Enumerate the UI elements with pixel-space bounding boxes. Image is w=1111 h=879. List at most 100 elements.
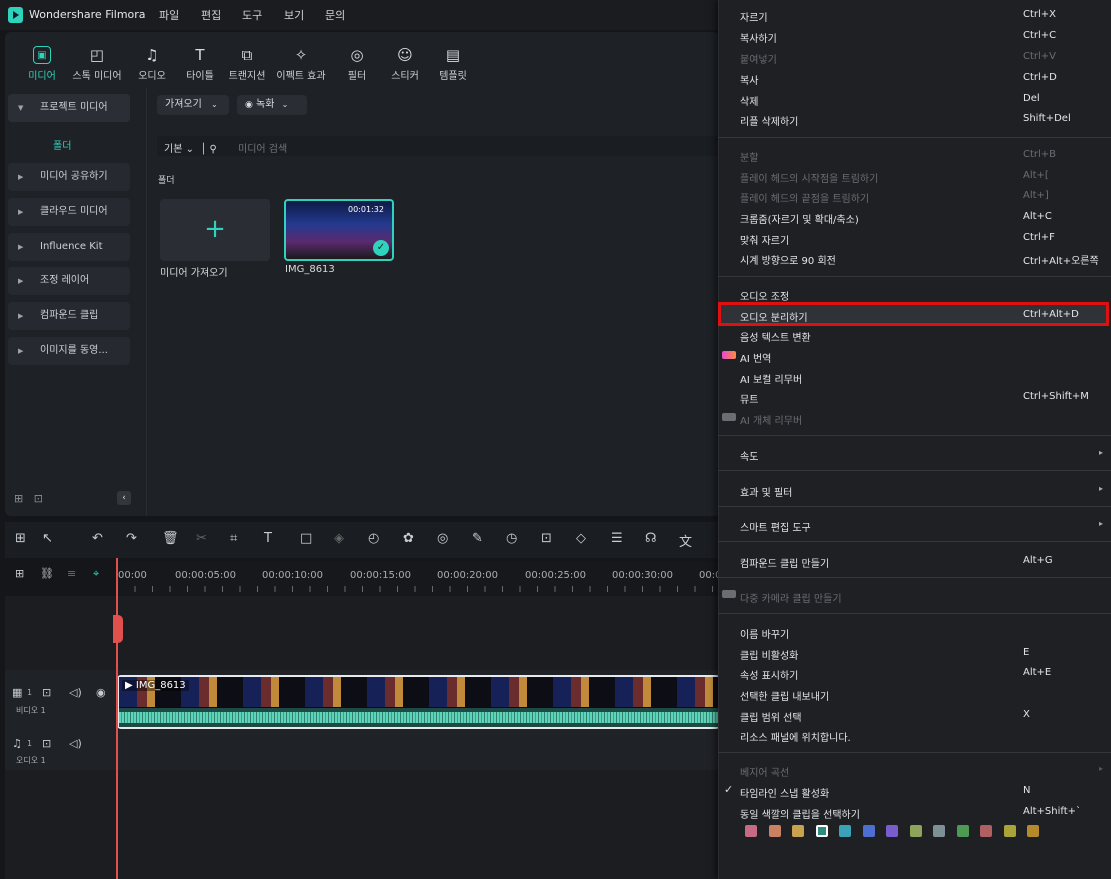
box-icon[interactable]: □ bbox=[300, 531, 312, 546]
new-folder-icon[interactable]: ⊞ ⊡ bbox=[14, 492, 43, 505]
context-menu-item[interactable]: 리플 삭제하기 bbox=[740, 113, 798, 128]
delete-icon[interactable]: 🗑 bbox=[162, 531, 179, 546]
volume-icon[interactable]: ◁) bbox=[69, 686, 82, 699]
sidebar-folder[interactable]: 폴더 bbox=[53, 137, 71, 152]
tool-templates[interactable]: ▤ 템플릿 bbox=[423, 46, 483, 82]
import-media-tile[interactable]: + bbox=[160, 199, 270, 261]
context-menu-item[interactable]: 자르기 bbox=[740, 9, 768, 24]
color-swatch[interactable] bbox=[956, 825, 969, 837]
color-swatch[interactable] bbox=[815, 825, 828, 837]
context-menu-item[interactable]: 타임라인 스냅 활성화 bbox=[740, 785, 829, 800]
record-dropdown[interactable]: ◉ 녹화 ⌄ bbox=[237, 95, 307, 115]
sort-dropdown[interactable]: 기본 ⌄ │ ⚲ bbox=[164, 140, 217, 155]
duration-icon[interactable]: ◷ bbox=[506, 531, 517, 546]
context-menu-item[interactable]: 효과 및 필터 bbox=[740, 484, 792, 499]
mask-icon[interactable]: ◈ bbox=[334, 531, 344, 546]
undo-icon[interactable]: ↶ bbox=[92, 531, 103, 546]
context-menu-item[interactable]: 선택한 클립 내보내기 bbox=[740, 688, 829, 703]
color-swatch[interactable] bbox=[839, 825, 851, 837]
sidebar-item-image-to-video[interactable]: ▶ 이미지를 동영... bbox=[8, 337, 130, 365]
collapse-sidebar-button[interactable]: ‹ bbox=[117, 491, 131, 505]
redo-icon[interactable]: ↷ bbox=[126, 531, 137, 546]
color-swatch[interactable] bbox=[933, 825, 945, 837]
menu-view[interactable]: 보기 bbox=[284, 7, 304, 23]
layout-icon[interactable]: ⊞ bbox=[15, 531, 26, 546]
context-menu-item[interactable]: 컴파운드 클립 만들기 bbox=[740, 555, 829, 570]
select-tool-icon[interactable]: ↖ bbox=[42, 531, 53, 546]
tool-transitions[interactable]: ⧉ 트랜지션 bbox=[217, 46, 277, 82]
context-menu-item[interactable]: 이름 바꾸기 bbox=[740, 626, 789, 641]
context-menu-item[interactable]: 속도 bbox=[740, 448, 758, 463]
edit-icon[interactable]: ✎ bbox=[472, 531, 483, 546]
color-swatch[interactable] bbox=[1027, 825, 1039, 837]
caret-right-icon: ▶ bbox=[18, 173, 24, 181]
context-menu-shortcut: Alt+E bbox=[1023, 667, 1052, 678]
lock-icon[interactable]: ⊡ bbox=[42, 686, 51, 699]
menu-tools[interactable]: 도구 bbox=[242, 7, 262, 23]
context-menu-item[interactable]: 리소스 패널에 위치합니다. bbox=[740, 729, 851, 744]
context-menu-item[interactable]: 클립 범위 선택 bbox=[740, 709, 802, 724]
sidebar-project-media[interactable]: ▼ 프로젝트 미디어 bbox=[8, 94, 130, 122]
adjust-icon[interactable]: ☰ bbox=[611, 531, 623, 546]
tool-stock-media[interactable]: ◰ 스톡 미디어 bbox=[67, 46, 127, 82]
tool-effects[interactable]: ✧ 이펙트 효과 bbox=[271, 46, 331, 82]
context-menu-shortcut: Ctrl+B bbox=[1023, 149, 1057, 160]
import-dropdown[interactable]: 가져오기 ⌄ bbox=[157, 95, 229, 115]
context-menu-item[interactable]: 음성 텍스트 변환 bbox=[740, 329, 811, 344]
context-menu-item[interactable]: 속성 표시하기 bbox=[740, 667, 798, 682]
split-icon[interactable]: ✂ bbox=[196, 531, 207, 546]
context-menu-item[interactable]: 뮤트 bbox=[740, 391, 758, 406]
translate-icon[interactable]: 文 bbox=[679, 531, 692, 550]
color-swatch[interactable] bbox=[768, 825, 781, 837]
link-icon[interactable]: ⛓ bbox=[40, 567, 54, 580]
add-track-icon[interactable]: ⊞ bbox=[15, 567, 24, 580]
text-icon[interactable]: T bbox=[264, 531, 272, 546]
ai-icon[interactable]: ◎ bbox=[437, 531, 448, 546]
color-swatch[interactable] bbox=[909, 825, 922, 837]
context-menu-item[interactable]: 오디오 조정 bbox=[740, 288, 789, 303]
context-menu-item[interactable]: 스마트 편집 도구 bbox=[740, 519, 811, 534]
keyframe-icon[interactable]: ◇ bbox=[576, 531, 586, 546]
color-swatch[interactable] bbox=[980, 825, 992, 837]
crop-icon[interactable]: ⌗ bbox=[230, 531, 237, 546]
eye-icon[interactable]: ◉ bbox=[96, 686, 106, 699]
sidebar-item-adjustment[interactable]: ▶ 조정 레이어 bbox=[8, 267, 130, 295]
context-menu-item[interactable]: 오디오 분리하기 bbox=[740, 309, 808, 324]
context-menu-item[interactable]: AI 번역 bbox=[740, 350, 771, 365]
context-menu-item[interactable]: 복사하기 bbox=[740, 30, 777, 45]
context-menu-item[interactable]: 삭제 bbox=[740, 93, 758, 108]
context-menu-item[interactable]: 시계 방향으로 90 회전 bbox=[740, 252, 836, 267]
context-menu-item[interactable]: 복사 bbox=[740, 72, 758, 87]
color-swatch[interactable] bbox=[1003, 825, 1016, 837]
menu-separator bbox=[718, 613, 1111, 614]
context-menu-item[interactable]: 맞춰 자르기 bbox=[740, 232, 789, 247]
color-swatch[interactable] bbox=[792, 825, 804, 837]
context-menu-item[interactable]: 클립 비활성화 bbox=[740, 647, 798, 662]
sidebar-item-influence-kit[interactable]: ▶ Influence Kit bbox=[8, 233, 130, 261]
sidebar-item-share[interactable]: ▶ 미디어 공유하기 bbox=[8, 163, 130, 191]
context-menu-item[interactable]: 크롭줌(자르기 및 확대/축소) bbox=[740, 211, 859, 226]
speech-icon[interactable]: ☊ bbox=[645, 531, 657, 546]
color-swatch[interactable] bbox=[745, 825, 757, 837]
context-menu-item[interactable]: AI 보컬 리무버 bbox=[740, 371, 802, 386]
menu-edit[interactable]: 편집 bbox=[201, 7, 221, 23]
stack-icon[interactable]: ≡ bbox=[67, 567, 76, 580]
sidebar-item-cloud[interactable]: ▶ 클라우드 미디어 bbox=[8, 198, 130, 226]
color-swatch[interactable] bbox=[862, 825, 875, 837]
fit-icon[interactable]: ⊡ bbox=[541, 531, 552, 546]
tool-media[interactable]: ▣ 미디어 bbox=[12, 46, 72, 82]
playhead[interactable] bbox=[116, 558, 118, 879]
sidebar-item-compound[interactable]: ▶ 컴파운드 클립 bbox=[8, 302, 130, 330]
volume-icon[interactable]: ◁) bbox=[69, 737, 82, 750]
context-menu-item[interactable]: 동일 색깔의 클립을 선택하기 bbox=[740, 806, 860, 821]
snap-icon[interactable]: ⌖ bbox=[93, 567, 99, 581]
menu-file[interactable]: 파일 bbox=[159, 7, 179, 23]
playhead-handle[interactable] bbox=[113, 615, 123, 643]
search-input[interactable]: 미디어 검색 bbox=[238, 140, 287, 155]
color-swatch[interactable] bbox=[886, 825, 898, 837]
context-menu-shortcut: Ctrl+D bbox=[1023, 72, 1057, 83]
timer-icon[interactable]: ◴ bbox=[368, 531, 379, 546]
color-icon[interactable]: ✿ bbox=[403, 531, 414, 546]
menu-help[interactable]: 문의 bbox=[325, 7, 345, 23]
lock-icon[interactable]: ⊡ bbox=[42, 737, 51, 750]
